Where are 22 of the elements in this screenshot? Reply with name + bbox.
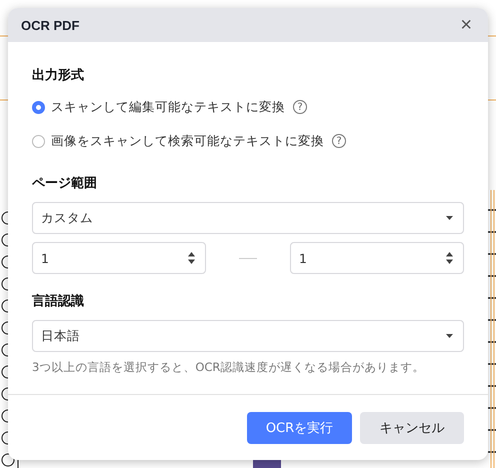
dropdown-caret-icon bbox=[446, 216, 453, 220]
radio-button[interactable] bbox=[32, 100, 45, 114]
run-ocr-button[interactable]: OCRを実行 bbox=[247, 412, 352, 444]
stepper-arrows-icon[interactable] bbox=[446, 252, 453, 264]
start-page-field[interactable]: 1 bbox=[32, 242, 206, 274]
section-heading: ページ範囲 bbox=[32, 175, 98, 192]
help-icon[interactable]: ? bbox=[332, 134, 346, 148]
end-page-field[interactable]: 1 bbox=[290, 242, 464, 274]
stepper-arrows-icon[interactable] bbox=[188, 252, 195, 264]
radio-label[interactable]: 画像をスキャンして検索可能なテキストに変換 bbox=[51, 132, 324, 150]
section-heading: 言語認識 bbox=[32, 292, 85, 310]
hint-text: 3つ以上の言語を選択すると、OCR認識速度が遅くなる場合があります。 bbox=[32, 360, 426, 375]
section-heading: 出力形式 bbox=[32, 67, 85, 84]
cancel-button[interactable]: キャンセル bbox=[360, 412, 464, 444]
page-range-dropdown[interactable]: カスタム bbox=[32, 202, 464, 234]
dropdown-caret-icon bbox=[446, 334, 453, 338]
close-button[interactable]: × bbox=[456, 15, 476, 35]
radio-label[interactable]: スキャンして編集可能なテキストに変換 bbox=[51, 98, 285, 116]
dialog-title: OCR PDF bbox=[21, 18, 80, 32]
language-dropdown[interactable]: 日本語 bbox=[32, 320, 464, 352]
radio-button[interactable] bbox=[32, 134, 45, 148]
help-icon[interactable]: ? bbox=[293, 100, 307, 114]
